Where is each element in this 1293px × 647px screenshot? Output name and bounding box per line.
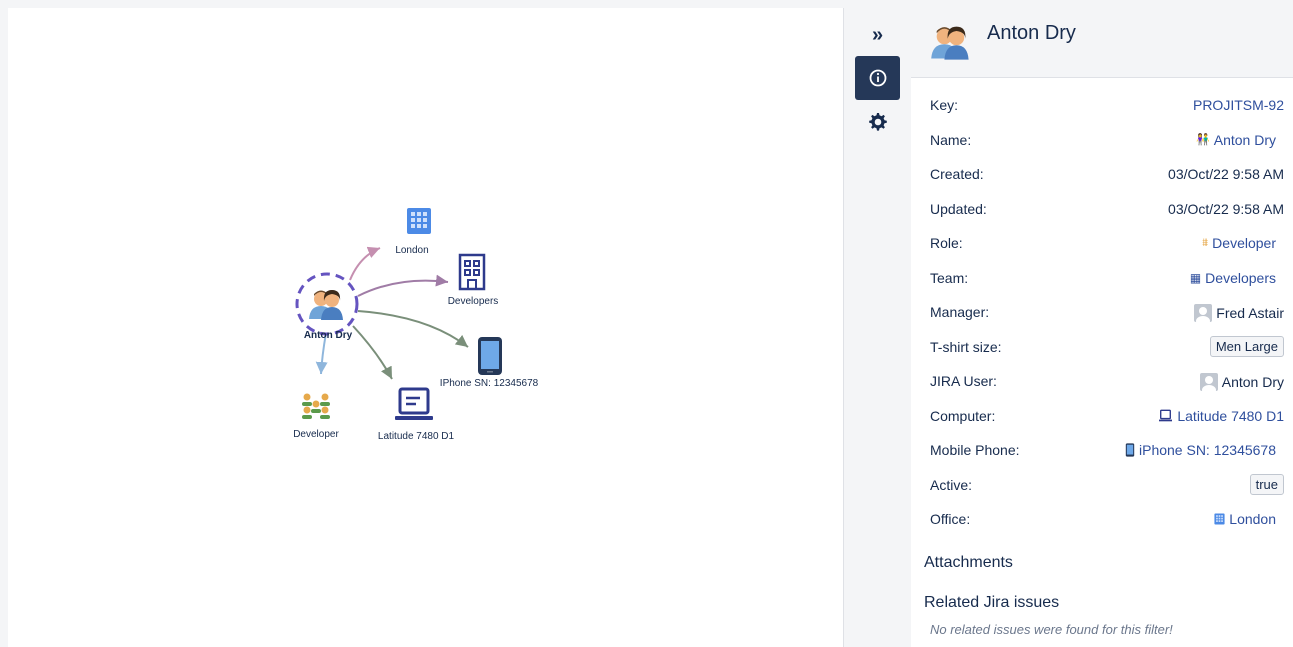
info-button[interactable] (855, 56, 900, 100)
team-role-icon: ⩩ (1202, 236, 1209, 249)
link-iphone (357, 310, 469, 348)
key-link[interactable]: PROJITSM-92 (1193, 97, 1284, 113)
field-team: Team: ▦ Developers (911, 264, 1293, 299)
computer-link[interactable]: Latitude 7480 D1 (1158, 408, 1284, 424)
node-label-latitude[interactable]: Latitude 7480 D1 (378, 431, 454, 442)
field-label: Active: (930, 476, 973, 493)
role-value[interactable]: Developer (1212, 235, 1276, 251)
node-label-developer[interactable]: Developer (293, 429, 339, 440)
panel-header: Anton Dry (911, 8, 1293, 78)
field-label: Name: (930, 131, 972, 148)
updated-value: 03/Oct/22 9:58 AM (1168, 200, 1284, 217)
graph-canvas[interactable]: Anton Dry London Developers IPhone SN: 1… (8, 8, 843, 647)
field-label: Office: (930, 511, 971, 527)
collapse-button[interactable]: » (855, 13, 900, 57)
office-link[interactable]: London (1214, 511, 1276, 527)
field-office: Office: London (911, 505, 1293, 540)
fields-list: Key: PROJITSM-92 Name: 👫 Anton Dry Creat… (911, 91, 1293, 540)
side-toolbar: » (843, 8, 912, 647)
tshirt-value: Men Large (1209, 335, 1284, 357)
field-name: Name: 👫 Anton Dry (911, 126, 1293, 161)
name-value[interactable]: Anton Dry (1214, 132, 1276, 148)
field-label: JIRA User: (930, 373, 997, 389)
field-jira-user: JIRA User: Anton Dry (911, 367, 1293, 402)
info-icon (869, 69, 886, 87)
people-avatar-icon (931, 26, 969, 60)
field-label: Team: (930, 269, 969, 286)
laptop-icon (1159, 409, 1173, 422)
active-value: true (1249, 473, 1284, 495)
field-label: Role: (930, 235, 963, 251)
field-label: Key: (930, 97, 959, 113)
field-active: Active: true (911, 471, 1293, 506)
attachments-title: Attachments (924, 554, 1013, 571)
graph-links (295, 246, 469, 380)
field-label: Mobile Phone: (930, 442, 1020, 458)
office-building-icon[interactable] (457, 253, 487, 293)
field-role: Role: ⩩ Developer (911, 229, 1293, 264)
node-label-iphone[interactable]: IPhone SN: 12345678 (440, 378, 538, 389)
field-updated: Updated: 03/Oct/22 9:58 AM (911, 195, 1293, 230)
field-mobile-phone: Mobile Phone: iPhone SN: 12345678 (911, 436, 1293, 471)
field-key: Key: PROJITSM-92 (911, 91, 1293, 126)
created-value: 03/Oct/22 9:58 AM (1168, 166, 1284, 182)
center-node-label[interactable]: Anton Dry (304, 330, 352, 341)
people-icon: 👫 (1196, 134, 1210, 146)
link-developers (357, 274, 449, 297)
building-icon[interactable] (406, 207, 432, 235)
mobile-phone-link[interactable]: iPhone SN: 12345678 (1125, 442, 1276, 458)
office-value[interactable]: London (1229, 511, 1276, 527)
jira-user-name[interactable]: Anton Dry (1222, 374, 1284, 390)
laptop-icon[interactable] (393, 385, 435, 423)
details-panel: Anton Dry Key: PROJITSM-92 Name: 👫 Anton… (911, 8, 1293, 647)
tshirt-tag: Men Large (1209, 335, 1284, 357)
link-london (349, 246, 381, 281)
office-building-icon: ▦ (1189, 270, 1202, 285)
related-issues-title: Related Jira issues (924, 594, 1060, 611)
field-created: Created: 03/Oct/22 9:58 AM (911, 160, 1293, 195)
link-latitude (352, 325, 393, 380)
panel-title: Anton Dry (987, 22, 1076, 44)
gear-icon (868, 113, 887, 131)
team-role-icon[interactable] (300, 390, 332, 422)
mobile-phone-icon (1125, 443, 1135, 457)
field-label: T-shirt size: (930, 338, 1002, 355)
field-label: Computer: (930, 407, 996, 424)
team-link[interactable]: ▦ Developers (1190, 270, 1276, 286)
field-manager: Manager: Fred Astair (911, 298, 1293, 333)
role-link[interactable]: ⩩ Developer (1202, 235, 1276, 251)
manager-value[interactable]: Fred Astair (1194, 304, 1284, 322)
team-value[interactable]: Developers (1205, 270, 1276, 286)
node-label-london[interactable]: London (395, 245, 428, 256)
field-label: Created: (930, 166, 984, 182)
building-icon (1214, 513, 1225, 525)
node-label-developers[interactable]: Developers (448, 296, 499, 307)
active-tag: true (1249, 473, 1284, 495)
field-label: Manager: (930, 304, 990, 320)
mobile-phone-icon[interactable] (476, 336, 504, 376)
field-computer: Computer: Latitude 7480 D1 (911, 402, 1293, 437)
user-avatar-icon (1194, 304, 1213, 322)
related-issues-empty-message: No related issues were found for this fi… (930, 622, 1173, 637)
jira-user-value[interactable]: Anton Dry (1199, 373, 1284, 391)
people-icon[interactable] (307, 285, 347, 323)
field-label: Updated: (930, 200, 987, 217)
computer-value[interactable]: Latitude 7480 D1 (1177, 408, 1284, 424)
field-tshirt: T-shirt size: Men Large (911, 333, 1293, 368)
double-chevron-right-icon: » (871, 23, 884, 46)
mobile-phone-value[interactable]: iPhone SN: 12345678 (1139, 442, 1276, 458)
settings-button[interactable] (855, 100, 900, 144)
user-avatar-icon (1199, 373, 1218, 391)
manager-name[interactable]: Fred Astair (1216, 305, 1284, 321)
name-link[interactable]: 👫 Anton Dry (1196, 132, 1276, 148)
